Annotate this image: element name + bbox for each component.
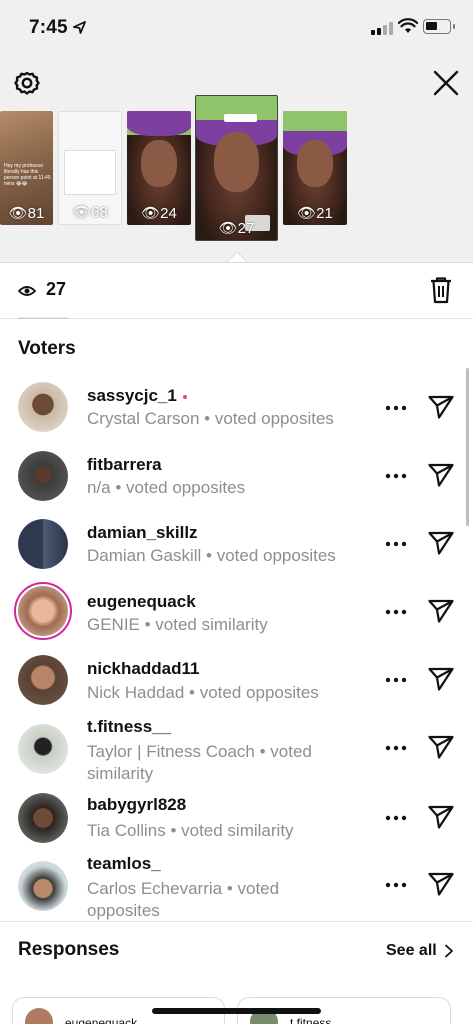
- send-message-icon[interactable]: [428, 463, 454, 487]
- close-icon[interactable]: [432, 69, 460, 97]
- send-message-icon[interactable]: [428, 531, 454, 555]
- story-thumbnail[interactable]: 👁21: [283, 111, 347, 225]
- voter-subtitle: Crystal Carson • voted opposites: [87, 409, 334, 428]
- story-view-count: 👁21: [297, 205, 333, 222]
- send-message-icon[interactable]: [428, 599, 454, 623]
- responses-heading: Responses: [18, 939, 120, 960]
- voter-subtitle: Tia Collins • voted similarity: [87, 821, 294, 840]
- send-message-icon[interactable]: [428, 667, 454, 691]
- send-message-icon[interactable]: [428, 395, 454, 419]
- chevron-right-icon[interactable]: [444, 944, 454, 958]
- avatar[interactable]: [18, 382, 68, 432]
- avatar: [25, 1008, 53, 1024]
- send-message-icon[interactable]: [428, 805, 454, 829]
- status-time: 7:45: [29, 17, 68, 38]
- home-indicator: [152, 1008, 321, 1014]
- story-thumbnail-selected[interactable]: 👁27: [195, 95, 278, 241]
- send-message-icon[interactable]: [428, 735, 454, 759]
- story-thumbnail[interactable]: Hey my professor literally has this pers…: [0, 111, 53, 225]
- story-caption: Hey my professor literally has this pers…: [4, 163, 51, 187]
- cellular-signal-icon: [371, 21, 393, 35]
- voter-subtitle: Nick Haddad • voted opposites: [87, 683, 319, 702]
- voter-subtitle: Carlos Echevarria • voted opposites: [87, 879, 280, 920]
- voter-username[interactable]: teamlos_: [87, 854, 161, 874]
- voter-username[interactable]: eugenequack: [87, 592, 196, 612]
- divider: [0, 921, 473, 922]
- voter-subtitle: Damian Gaskill • voted opposites: [87, 546, 336, 565]
- avatar[interactable]: [18, 655, 68, 705]
- view-count: 27: [46, 279, 67, 299]
- voter-username[interactable]: damian_skillz: [87, 523, 198, 543]
- more-options-icon[interactable]: [385, 405, 407, 411]
- more-options-icon[interactable]: [385, 473, 407, 479]
- eye-icon: [18, 286, 36, 296]
- send-message-icon[interactable]: [428, 872, 454, 896]
- avatar-with-story-ring[interactable]: [14, 582, 72, 640]
- view-count-bar: [0, 262, 473, 318]
- story-thumbnail[interactable]: 👁24: [127, 111, 191, 225]
- battery-icon: [423, 19, 455, 34]
- unread-dot: [182, 394, 187, 399]
- avatar[interactable]: [18, 861, 68, 911]
- more-options-icon[interactable]: [385, 677, 407, 683]
- see-all-link[interactable]: See all: [386, 942, 437, 960]
- voter-subtitle: n/a • voted opposites: [87, 478, 246, 497]
- avatar[interactable]: [18, 519, 68, 569]
- voter-username[interactable]: babygyrl828: [87, 795, 186, 815]
- voter-subtitle: Taylor | Fitness Coach • voted similarit…: [87, 742, 312, 783]
- voter-subtitle: GENIE • voted similarity: [87, 615, 268, 634]
- trash-icon[interactable]: [429, 276, 453, 304]
- voter-username[interactable]: sassycjc_1: [87, 386, 187, 406]
- story-view-count: 👁81: [8, 205, 45, 222]
- story-view-count: 👁24: [141, 205, 177, 222]
- more-options-icon[interactable]: [385, 882, 407, 888]
- scrollbar[interactable]: [466, 368, 469, 526]
- more-options-icon[interactable]: [385, 815, 407, 821]
- voter-username[interactable]: nickhaddad11: [87, 659, 199, 679]
- more-options-icon[interactable]: [385, 541, 407, 547]
- voter-username[interactable]: fitbarrera: [87, 455, 162, 475]
- more-options-icon[interactable]: [385, 609, 407, 615]
- wifi-icon: [398, 18, 418, 33]
- voters-heading: Voters: [18, 338, 76, 359]
- avatar[interactable]: [18, 451, 68, 501]
- gear-icon[interactable]: [13, 69, 41, 97]
- response-username: t.fitness__: [290, 1016, 345, 1024]
- status-bar: 7:45: [0, 0, 473, 56]
- story-thumbnail[interactable]: 👁68: [58, 111, 122, 225]
- avatar[interactable]: [18, 793, 68, 843]
- poll-sticker: [224, 114, 257, 122]
- more-options-icon[interactable]: [385, 745, 407, 751]
- story-image: [64, 150, 116, 195]
- story-view-count: 👁68: [72, 204, 108, 221]
- location-arrow-icon: [73, 21, 86, 34]
- voter-username[interactable]: t.fitness__: [87, 717, 171, 737]
- tab-indicator: [18, 317, 68, 319]
- story-view-count: 👁27: [218, 220, 255, 237]
- avatar[interactable]: [18, 724, 68, 774]
- divider: [0, 318, 473, 319]
- response-username: eugenequack: [65, 1016, 138, 1024]
